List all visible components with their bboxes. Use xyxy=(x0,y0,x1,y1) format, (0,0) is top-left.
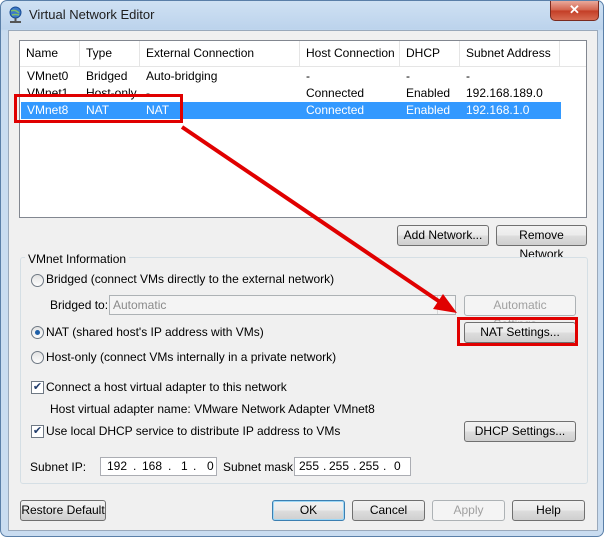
annotation-arrow xyxy=(180,125,457,313)
